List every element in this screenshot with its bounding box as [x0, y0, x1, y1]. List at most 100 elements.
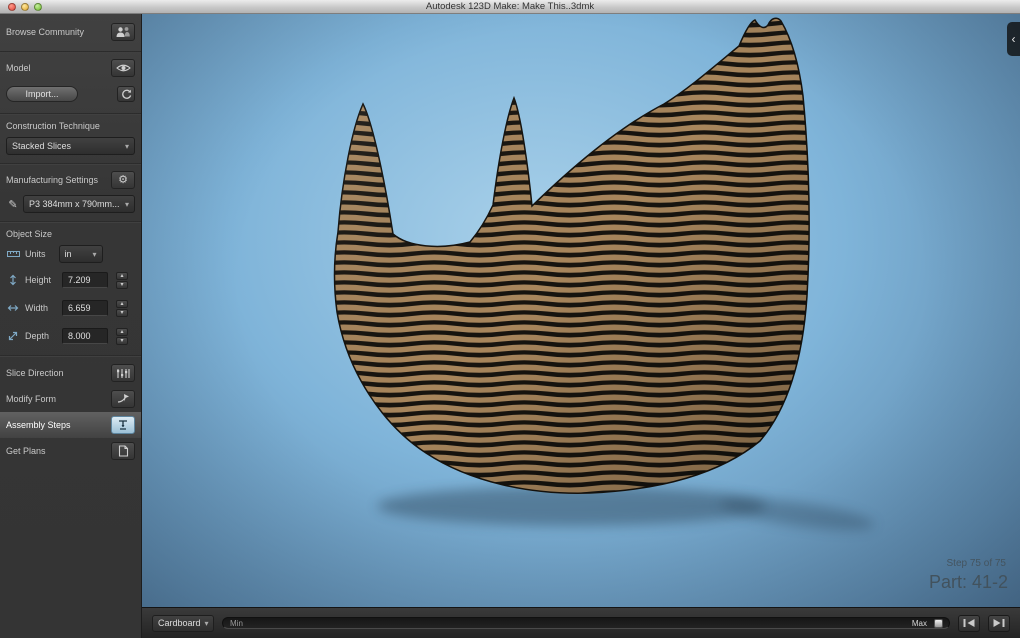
collapse-panel-tab[interactable]: ‹ [1007, 22, 1020, 56]
sheet-size-row: ✎ P3 384mm x 790mm... ▾ [0, 192, 141, 216]
divider [0, 163, 141, 165]
construction-technique-row: Construction Technique [0, 118, 141, 134]
height-stepper: ▴ ▾ [116, 272, 128, 289]
slice-direction-button[interactable] [111, 364, 135, 382]
assembly-playback-bar: Cardboard ▾ Min Max [142, 607, 1020, 638]
model-rhino [334, 18, 809, 493]
get-plans-button[interactable] [111, 442, 135, 460]
height-row: Height 7.209 ▴ ▾ [0, 266, 141, 294]
slice-direction-label: Slice Direction [6, 368, 64, 378]
construction-technique-label: Construction Technique [6, 121, 100, 131]
rhino-model-svg [142, 14, 1020, 607]
slider-max-label: Max [912, 619, 927, 628]
slice-direction-row[interactable]: Slice Direction [0, 360, 141, 386]
previous-step-button[interactable] [958, 615, 980, 632]
chevron-down-icon: ▾ [125, 142, 129, 151]
viewport[interactable]: ‹ Step 75 of 75 Part: 41-2 [142, 14, 1020, 607]
step-slider[interactable]: Min Max [222, 617, 950, 629]
modify-form-label: Modify Form [6, 394, 56, 404]
sheet-size-value: P3 384mm x 790mm... [29, 199, 120, 209]
depth-increment-button[interactable]: ▴ [116, 328, 128, 336]
close-window-button[interactable] [8, 3, 16, 11]
divider [0, 51, 141, 53]
eye-icon [116, 63, 131, 73]
window-controls [8, 3, 42, 11]
divider [0, 355, 141, 357]
assembly-steps-label: Assembly Steps [6, 420, 71, 430]
width-label: Width [25, 303, 53, 313]
model-row: Model [0, 56, 141, 80]
model-label: Model [6, 63, 31, 73]
sidebar: Browse Community Model Import. [0, 14, 142, 638]
refresh-icon [121, 89, 132, 100]
gear-icon: ⚙ [118, 175, 128, 186]
modify-form-button[interactable] [111, 390, 135, 408]
skip-forward-icon [992, 618, 1006, 628]
import-button[interactable]: Import... [6, 86, 78, 102]
units-dropdown[interactable]: in ▾ [59, 245, 103, 263]
manufacturing-settings-label: Manufacturing Settings [6, 175, 98, 185]
depth-label: Depth [25, 331, 53, 341]
technique-dropdown[interactable]: Stacked Slices ▾ [6, 137, 135, 155]
divider [0, 113, 141, 115]
get-plans-label: Get Plans [6, 446, 46, 456]
show-hide-model-button[interactable] [111, 59, 135, 77]
skip-back-icon [962, 618, 976, 628]
width-decrement-button[interactable]: ▾ [116, 309, 128, 317]
app-window: Autodesk 123D Make: Make This..3dmk Brow… [0, 0, 1020, 638]
depth-row: Depth 8.000 ▴ ▾ [0, 322, 141, 350]
sheet-size-dropdown[interactable]: P3 384mm x 790mm... ▾ [23, 195, 135, 213]
assembly-steps-row[interactable]: Assembly Steps [0, 412, 141, 438]
assembly-steps-button[interactable] [111, 416, 135, 434]
chevron-down-icon: ▾ [93, 250, 97, 259]
technique-select-row: Stacked Slices ▾ [0, 134, 141, 158]
manufacturing-settings-row: Manufacturing Settings ⚙ [0, 168, 141, 192]
step-slider-thumb[interactable] [934, 619, 943, 628]
minimize-window-button[interactable] [21, 3, 29, 11]
divider [0, 221, 141, 223]
model-shadow [377, 486, 876, 537]
next-step-button[interactable] [988, 615, 1010, 632]
height-decrement-button[interactable]: ▾ [116, 281, 128, 289]
zoom-window-button[interactable] [34, 3, 42, 11]
depth-stepper: ▴ ▾ [116, 328, 128, 345]
width-increment-button[interactable]: ▴ [116, 300, 128, 308]
manufacturing-settings-button[interactable]: ⚙ [111, 171, 135, 189]
object-size-label: Object Size [6, 229, 52, 239]
modify-form-icon [117, 393, 130, 405]
material-value: Cardboard [158, 618, 201, 628]
browse-community-button[interactable] [111, 23, 135, 41]
part-label: Part: 41-2 [929, 572, 1008, 593]
assembly-steps-icon [117, 419, 129, 431]
title-bar: Autodesk 123D Make: Make This..3dmk [0, 0, 1020, 14]
chevron-left-icon: ‹ [1012, 32, 1016, 46]
units-value: in [65, 249, 72, 259]
height-label: Height [25, 275, 53, 285]
ruler-icon [6, 247, 20, 261]
browse-community-label: Browse Community [6, 27, 84, 37]
depth-field[interactable]: 8.000 [62, 328, 108, 344]
width-dimension-icon [6, 301, 20, 315]
chevron-down-icon: ▾ [205, 619, 209, 628]
reload-model-button[interactable] [117, 86, 135, 102]
height-field[interactable]: 7.209 [62, 272, 108, 288]
step-indicator: Step 75 of 75 [947, 558, 1007, 569]
pencil-icon[interactable]: ✎ [6, 197, 20, 211]
width-field[interactable]: 6.659 [62, 300, 108, 316]
people-icon [115, 26, 131, 38]
chevron-down-icon: ▾ [125, 200, 129, 209]
depth-decrement-button[interactable]: ▾ [116, 337, 128, 345]
modify-form-row[interactable]: Modify Form [0, 386, 141, 412]
slice-direction-icon [116, 368, 130, 379]
get-plans-row[interactable]: Get Plans [0, 438, 141, 464]
material-dropdown[interactable]: Cardboard ▾ [152, 615, 214, 632]
width-row: Width 6.659 ▴ ▾ [0, 294, 141, 322]
object-size-row: Object Size [0, 226, 141, 242]
height-increment-button[interactable]: ▴ [116, 272, 128, 280]
height-dimension-icon [6, 273, 20, 287]
depth-dimension-icon [6, 329, 20, 343]
units-label: Units [25, 249, 46, 259]
document-icon [118, 445, 129, 457]
units-row: Units in ▾ [0, 242, 141, 266]
import-row: Import... [0, 80, 141, 108]
